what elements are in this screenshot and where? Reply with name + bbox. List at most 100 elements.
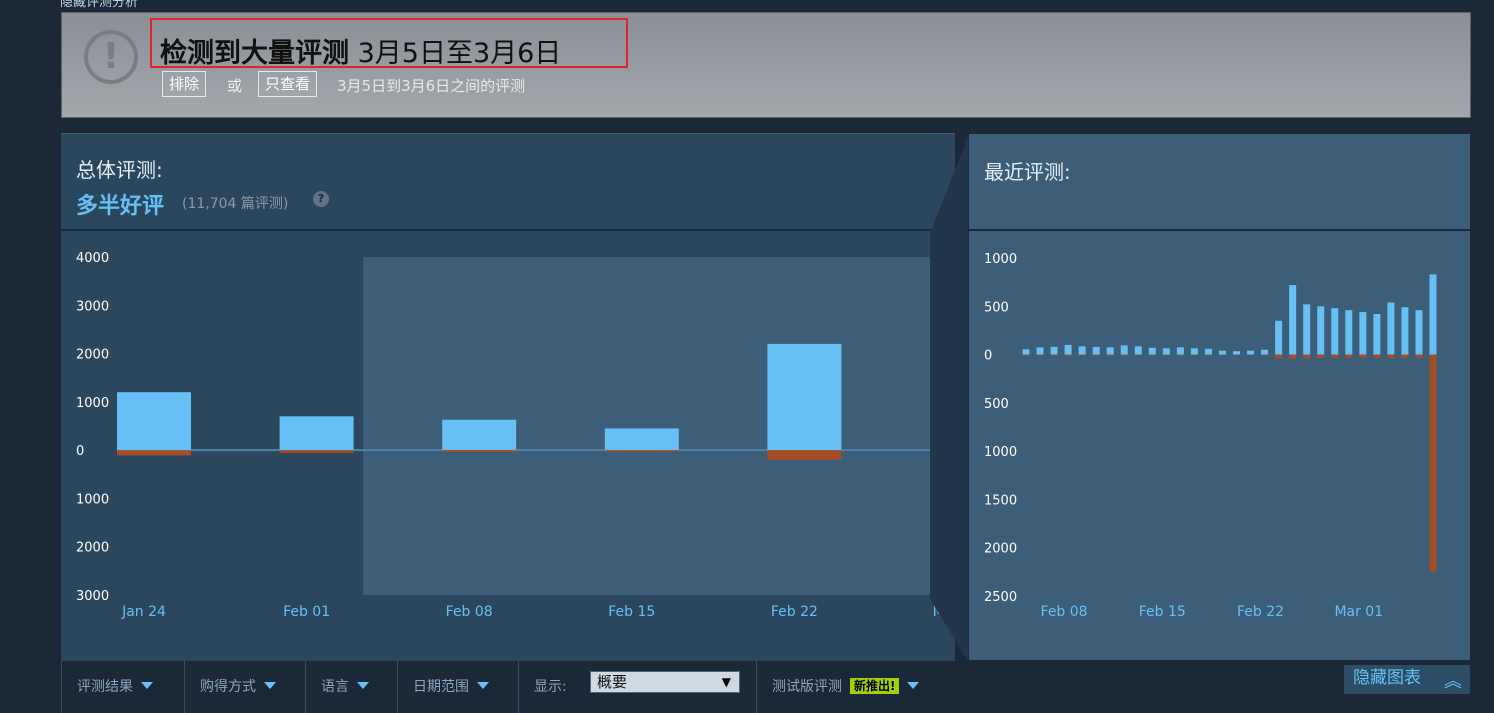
review-bomb-alert: ! 检测到大量评测 3月5日至3月6日 排除 或 只查看 3月5日到3月6日之间…: [61, 12, 1471, 118]
x-tick-label: Feb 15: [1139, 604, 1186, 620]
double-chevron-up-icon: ︽: [1444, 671, 1462, 692]
positive-bar: [1218, 350, 1226, 355]
positive-bar: [117, 392, 191, 451]
recent-reviews-panel: 最近评测: 1000 500 0 500 1000 1500 2000 2500 Feb 08 F…: [968, 133, 1471, 661]
negative-bar: [1134, 354, 1142, 356]
chevron-down-icon: [264, 682, 276, 689]
recent-header: 最近评测:: [969, 134, 1470, 231]
display-select-value: 概要: [597, 673, 628, 691]
x-tick-label: Mar 01: [1334, 604, 1383, 620]
negative-bar: [1401, 354, 1409, 359]
filter-review-result[interactable]: 评测结果: [61, 661, 184, 713]
y-tick-label: 2000: [984, 542, 1017, 557]
negative-bar: [1204, 354, 1212, 356]
exclude-button[interactable]: 排除: [162, 71, 207, 97]
negative-bar: [1190, 354, 1198, 356]
display-select[interactable]: 概要 ▼: [590, 671, 740, 693]
negative-bar: [1176, 354, 1184, 356]
y-tick-label: 0: [76, 444, 84, 459]
positive-bar: [1261, 349, 1269, 355]
positive-bar: [1190, 348, 1198, 355]
positive-bar: [1036, 347, 1044, 355]
positive-bar: [1415, 310, 1423, 355]
chevron-down-icon: [141, 682, 153, 689]
x-tick-label: Feb 22: [1237, 604, 1284, 620]
positive-bar: [1148, 347, 1156, 355]
chevron-down-icon: [477, 682, 489, 689]
negative-bar: [1064, 354, 1072, 356]
alert-range-text: 3月5日到3月6日之间的评测: [337, 77, 526, 95]
alert-title-strong: 检测到大量评测: [160, 38, 349, 69]
only-view-button[interactable]: 只查看: [258, 71, 318, 97]
negative-bar: [1261, 354, 1269, 356]
filter-date-range[interactable]: 日期范围: [397, 661, 518, 713]
positive-bar: [1092, 346, 1100, 355]
filter-purchase-type[interactable]: 购得方式: [184, 661, 305, 713]
positive-bar: [1387, 302, 1395, 355]
filter-language[interactable]: 语言: [305, 661, 397, 713]
negative-bar: [1092, 354, 1100, 356]
positive-bar: [604, 428, 679, 451]
positive-bar: [1247, 350, 1255, 355]
x-tick-label: Feb 22: [771, 604, 818, 620]
filter-beta-reviews[interactable]: 测试版评测 新推出!: [756, 661, 976, 713]
filter-language-label: 语言: [321, 679, 349, 695]
negative-bar: [1317, 354, 1325, 359]
negative-bar: [1148, 354, 1156, 356]
y-tick-label: 2000: [76, 541, 109, 556]
alert-title-dates: 3月5日至3月6日: [349, 38, 562, 69]
negative-bar: [1373, 354, 1381, 358]
y-tick-label: 1000: [984, 252, 1017, 267]
exclamation-icon: !: [84, 30, 138, 84]
negative-bar: [1289, 354, 1297, 359]
overall-chart[interactable]: 4000 3000 2000 1000 0 1000 2000 3000 Jan 24 Feb 0…: [61, 229, 955, 662]
x-tick-label: Feb 01: [283, 604, 330, 620]
negative-bar: [117, 450, 191, 456]
positive-bar: [1106, 347, 1114, 355]
positive-bar: [1331, 308, 1339, 355]
positive-bar: [1022, 349, 1030, 355]
positive-bar: [1078, 346, 1086, 355]
positive-bar: [1373, 314, 1381, 355]
overall-reviews-panel: 总体评测: 多半好评 (11,704 篇评测) ? 4000 3000 2000 10…: [61, 133, 955, 661]
negative-bar: [1275, 354, 1283, 359]
negative-bar: [1415, 354, 1423, 359]
new-badge: 新推出!: [850, 678, 900, 694]
chevron-down-icon: [907, 682, 920, 689]
chevron-down-icon: [357, 682, 369, 689]
positive-bar: [442, 419, 517, 451]
y-tick-label: 1500: [984, 493, 1017, 508]
recent-chart[interactable]: 1000 500 0 500 1000 1500 2000 2500 Feb 08 Feb 15 F…: [969, 229, 1470, 660]
negative-bar: [1106, 354, 1114, 356]
or-label: 或: [227, 77, 243, 95]
positive-bar: [767, 343, 842, 451]
y-tick-label: 2000: [76, 348, 109, 363]
dropdown-arrow-icon: ▼: [721, 675, 731, 689]
help-icon[interactable]: ?: [313, 191, 329, 207]
y-tick-label: 1000: [984, 445, 1017, 460]
hide-graph-button[interactable]: 隐藏图表 ︽: [1344, 665, 1470, 694]
positive-bar: [1359, 312, 1367, 355]
y-tick-label: 2500: [984, 590, 1017, 605]
filter-beta-label: 测试版评测: [772, 679, 842, 695]
negative-bar: [1429, 354, 1437, 572]
positive-bar: [1176, 347, 1184, 355]
filter-purchase-type-label: 购得方式: [200, 679, 256, 695]
y-tick-label: 500: [984, 397, 1009, 412]
positive-bar: [1162, 348, 1170, 355]
positive-bar: [1303, 304, 1311, 355]
filter-date-range-label: 日期范围: [413, 679, 469, 695]
negative-bar: [279, 450, 354, 454]
alert-title: 检测到大量评测 3月5日至3月6日: [160, 31, 561, 70]
overall-rating[interactable]: 多半好评: [76, 188, 164, 220]
hide-review-analysis-link[interactable]: 隐藏评测分析: [60, 0, 138, 10]
negative-bar: [1050, 354, 1058, 356]
positive-bar: [1401, 307, 1409, 355]
negative-bar: [767, 450, 842, 460]
negative-bar: [1387, 354, 1395, 359]
filter-display-label: 显示:: [534, 679, 567, 695]
filter-review-result-label: 评测结果: [77, 679, 133, 695]
negative-bar: [1022, 354, 1030, 356]
y-tick-label: 3000: [76, 299, 109, 314]
negative-bar: [442, 450, 517, 453]
